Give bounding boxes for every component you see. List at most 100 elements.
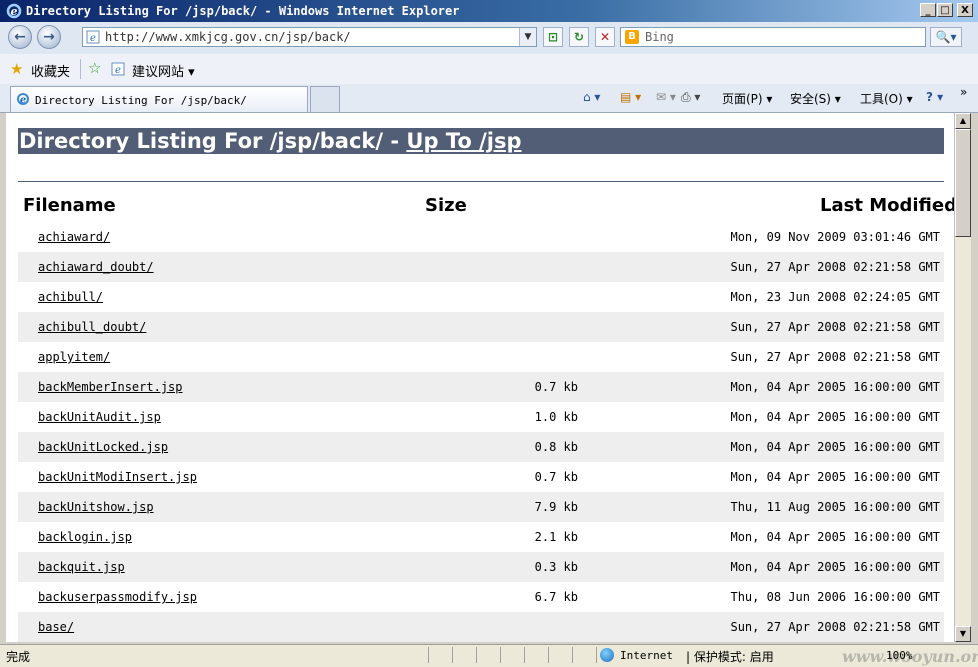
- file-link[interactable]: backUnitModiInsert.jsp: [38, 470, 197, 484]
- last-modified-cell: Mon, 04 Apr 2005 16:00:00 GMT: [578, 432, 944, 462]
- address-bar[interactable]: e http://www.xmkjcg.gov.cn/jsp/back/ ▼: [82, 27, 537, 47]
- bing-icon: B: [625, 30, 639, 44]
- suggested-sites-button[interactable]: 建议网站 ▾: [132, 61, 195, 80]
- table-row: base/Sun, 27 Apr 2008 02:21:58 GMT: [18, 612, 944, 642]
- add-to-favorites-bar-icon[interactable]: ☆: [88, 59, 101, 77]
- up-to-parent-link[interactable]: Up To /jsp: [406, 129, 521, 153]
- maximize-button[interactable]: □: [937, 3, 953, 17]
- file-link[interactable]: backlogin.jsp: [38, 530, 132, 544]
- last-modified-cell: Mon, 04 Apr 2005 16:00:00 GMT: [730, 470, 940, 484]
- file-link[interactable]: backquit.jsp: [38, 560, 125, 574]
- feeds-button[interactable]: ▤ ▾: [620, 90, 641, 104]
- back-button[interactable]: ←: [8, 25, 32, 49]
- protected-mode-status[interactable]: | 保护模式: 启用: [686, 648, 774, 665]
- file-link[interactable]: backMemberInsert.jsp: [38, 380, 183, 394]
- favorites-star-icon[interactable]: ★: [10, 60, 23, 78]
- last-modified-cell: Thu, 11 Aug 2005 16:00:00 GMT: [578, 492, 944, 522]
- filename-cell: backquit.jsp: [18, 552, 418, 582]
- svg-text:e: e: [90, 33, 96, 44]
- refresh-button[interactable]: ↻: [569, 27, 589, 47]
- ie-logo-icon: e: [6, 3, 22, 19]
- table-row: backUnitAudit.jsp 1.0 kb Mon, 04 Apr 2005 …: [18, 402, 944, 432]
- title-bar: e Directory Listing For /jsp/back/ - Win…: [0, 0, 978, 22]
- file-link[interactable]: backUnitLocked.jsp: [38, 440, 168, 454]
- divider: [80, 59, 81, 79]
- last-modified-cell: Mon, 23 Jun 2008 02:24:05 GMT: [730, 290, 940, 304]
- minimize-button[interactable]: _: [920, 3, 936, 17]
- ie-page-icon: e: [17, 93, 29, 106]
- window-title: Directory Listing For /jsp/back/ - Windo…: [26, 4, 460, 18]
- file-link[interactable]: achiaward/: [38, 230, 110, 244]
- page-menu[interactable]: 页面(P) ▾: [722, 90, 772, 107]
- scroll-down-button[interactable]: ▼: [955, 626, 971, 642]
- file-link[interactable]: backUnitAudit.jsp: [38, 410, 161, 424]
- table-row: backUnitLocked.jsp 0.8 kb Mon, 04 Apr 2005…: [18, 432, 944, 462]
- divider: [18, 181, 944, 182]
- size-cell: 0.7 kb: [534, 470, 578, 484]
- compatibility-view-button[interactable]: ⊡: [543, 27, 563, 47]
- filename-cell: backUnitAudit.jsp: [18, 402, 418, 432]
- favorites-bar: ★ 收藏夹 ☆ e 建议网站 ▾: [0, 54, 978, 85]
- table-row: applyitem/Sun, 27 Apr 2008 02:21:58 GMT: [18, 342, 944, 372]
- size-cell: [418, 312, 578, 342]
- file-link[interactable]: achiaward_doubt/: [38, 260, 154, 274]
- last-modified-cell: Sun, 27 Apr 2008 02:21:58 GMT: [578, 312, 944, 342]
- table-row: achibull/Mon, 23 Jun 2008 02:24:05 GMT: [18, 282, 944, 312]
- directory-table: achiaward/Mon, 09 Nov 2009 03:01:46 GMT a…: [18, 222, 944, 642]
- safety-menu[interactable]: 安全(S) ▾: [790, 90, 841, 107]
- table-row: backUnitshow.jsp 7.9 kb Thu, 11 Aug 2005 1…: [18, 492, 944, 522]
- status-text: 完成: [6, 650, 31, 664]
- status-pane-divider: [452, 647, 453, 663]
- svg-text:e: e: [115, 65, 121, 76]
- tab-directory-listing[interactable]: e Directory Listing For /jsp/back/: [10, 86, 308, 112]
- tab-bar: e Directory Listing For /jsp/back/ ⌂ ▾ ▤…: [0, 84, 978, 113]
- last-modified-cell: Sun, 27 Apr 2008 02:21:58 GMT: [578, 252, 944, 282]
- home-button[interactable]: ⌂ ▾: [583, 90, 600, 104]
- table-row: backquit.jsp 0.3 kb Mon, 04 Apr 2005 16:00…: [18, 552, 944, 582]
- filename-cell: backUnitLocked.jsp: [18, 432, 418, 462]
- file-link[interactable]: backuserpassmodify.jsp: [38, 590, 197, 604]
- table-row: achiaward_doubt/Sun, 27 Apr 2008 02:21:5…: [18, 252, 944, 282]
- file-link[interactable]: achibull/: [38, 290, 103, 304]
- last-modified-cell: Thu, 08 Jun 2006 16:00:00 GMT: [730, 590, 940, 604]
- file-link[interactable]: applyitem/: [38, 350, 110, 364]
- address-dropdown-button[interactable]: ▼: [519, 28, 536, 46]
- last-modified-cell: Mon, 09 Nov 2009 03:01:46 GMT: [730, 230, 940, 244]
- size-cell: 0.7 kb: [418, 372, 578, 402]
- zoom-level[interactable]: 100%: [886, 649, 913, 662]
- size-cell: [418, 282, 578, 312]
- filename-cell: base/: [18, 612, 418, 642]
- search-placeholder[interactable]: Bing: [645, 30, 674, 44]
- size-cell: 6.7 kb: [534, 590, 578, 604]
- vertical-scrollbar[interactable]: ▲ ▼: [954, 113, 971, 642]
- address-url[interactable]: http://www.xmkjcg.gov.cn/jsp/back/: [105, 30, 351, 44]
- last-modified-cell: Mon, 04 Apr 2005 16:00:00 GMT: [730, 530, 940, 544]
- more-commands-button[interactable]: »: [960, 85, 967, 99]
- tools-menu[interactable]: 工具(O) ▾: [860, 90, 913, 107]
- search-button[interactable]: 🔍▾: [930, 27, 962, 47]
- help-button[interactable]: ? ▾: [926, 90, 943, 104]
- scroll-thumb[interactable]: [955, 129, 971, 237]
- filename-cell: backMemberInsert.jsp: [18, 372, 418, 402]
- stop-button[interactable]: ✕: [595, 27, 615, 47]
- table-row: achiaward/Mon, 09 Nov 2009 03:01:46 GMT: [18, 222, 944, 252]
- status-pane-divider: [572, 647, 573, 663]
- forward-button[interactable]: →: [37, 25, 61, 49]
- favorites-button[interactable]: 收藏夹: [31, 61, 70, 80]
- filename-cell: backUnitModiInsert.jsp: [18, 462, 418, 492]
- print-button[interactable]: ⎙ ▾: [681, 90, 700, 105]
- file-link[interactable]: backUnitshow.jsp: [38, 500, 154, 514]
- file-link[interactable]: achibull_doubt/: [38, 320, 146, 334]
- scroll-up-button[interactable]: ▲: [955, 113, 971, 129]
- read-mail-button[interactable]: ✉ ▾: [656, 90, 676, 104]
- close-button[interactable]: X: [957, 3, 973, 17]
- file-link[interactable]: base/: [38, 620, 74, 634]
- table-row: backlogin.jsp 2.1 kb Mon, 04 Apr 2005 16:0…: [18, 522, 944, 552]
- size-cell: [418, 252, 578, 282]
- search-box[interactable]: B Bing: [620, 27, 926, 47]
- last-modified-cell: Mon, 04 Apr 2005 16:00:00 GMT: [578, 552, 944, 582]
- table-row: backUnitModiInsert.jsp 0.7 kb Mon, 04 Apr …: [18, 462, 944, 492]
- security-zone[interactable]: Internet: [620, 649, 673, 662]
- new-tab-button[interactable]: [310, 86, 340, 112]
- size-cell: [418, 342, 578, 372]
